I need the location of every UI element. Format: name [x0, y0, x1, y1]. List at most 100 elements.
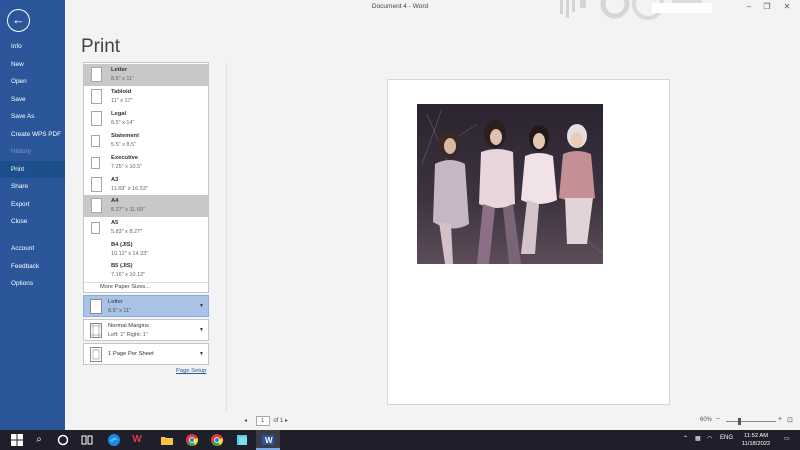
paper-size-option-b4-jis[interactable]: B4 (JIS) 10.12" x 14.33" [84, 239, 208, 261]
page-thumbnail-icon [91, 177, 102, 192]
network-icon[interactable]: ▦ [695, 435, 701, 442]
windows-start-icon[interactable] [10, 433, 24, 447]
list-divider [84, 282, 208, 283]
sidebar-item-share[interactable]: Share [0, 178, 65, 195]
sidebar-item-create-wps-pdf[interactable]: Create WPS PDF [0, 126, 65, 143]
paper-size-option-a4[interactable]: A4 8.27" x 11.69" [84, 195, 208, 217]
pages-per-sheet-value: 1 Page Per Sheet [108, 351, 154, 357]
search-icon[interactable]: ⌕ [32, 433, 46, 447]
zoom-out-button[interactable]: − [716, 416, 720, 423]
sidebar-item-save[interactable]: Save [0, 91, 65, 108]
paper-size-name: A3 [111, 177, 119, 183]
zoom-to-page-icon[interactable]: ⊡ [787, 416, 793, 424]
cortana-icon[interactable] [56, 433, 70, 447]
page-thumbnail-icon [91, 198, 102, 213]
paper-size-dims: 10.12" x 14.33" [111, 251, 149, 257]
page-thumbnail-icon [91, 67, 102, 82]
paper-size-dims: 8.5" x 11" [111, 76, 135, 82]
pages-per-sheet-select[interactable]: 1 Page Per Sheet ▼ [83, 343, 209, 365]
wps-icon[interactable]: W [130, 433, 144, 447]
sidebar-item-print[interactable]: Print [0, 161, 65, 178]
account-name-area[interactable] [652, 3, 712, 13]
chrome-icon[interactable] [185, 433, 199, 447]
sidebar-item-label: Options [11, 280, 34, 287]
page-thumbnail-icon [91, 135, 100, 147]
sidebar-item-options[interactable]: Options [0, 275, 65, 292]
windows-taskbar: ⌕ W W ⌃ ▦ ◠ ENG 11:52 AM 11/18/2022 ▭ [0, 430, 800, 450]
sidebar-item-info[interactable]: Info [0, 38, 65, 55]
chevron-down-icon: ▼ [199, 303, 204, 309]
panel-divider [226, 62, 227, 412]
back-arrow-icon[interactable]: ← [7, 9, 30, 32]
page-title: Print [81, 36, 121, 57]
paper-size-dims: 8.5" x 14" [111, 120, 135, 126]
paper-size-option-letter[interactable]: Letter 8.5" x 11" [84, 64, 208, 86]
current-page-input[interactable]: 1 [255, 416, 270, 426]
margins-select[interactable]: Normal Margins Left: 1" Right: 1" ▼ [83, 319, 209, 341]
sidebar-item-new[interactable]: New [0, 56, 65, 73]
word-icon[interactable]: W [261, 433, 275, 447]
sidebar-item-save-as[interactable]: Save As [0, 108, 65, 125]
paper-size-dims: 11.69" x 16.53" [111, 186, 148, 192]
task-view-icon[interactable] [80, 433, 94, 447]
file-explorer-icon[interactable] [160, 433, 174, 447]
sidebar-item-history: History [0, 143, 65, 160]
preview-photo [417, 104, 603, 264]
clock-time: 11:52 AM [743, 433, 769, 439]
sidebar-item-open[interactable]: Open [0, 73, 65, 90]
tray-chevron-icon[interactable]: ⌃ [683, 435, 688, 442]
sidebar-item-account[interactable]: Account [0, 240, 65, 257]
language-indicator[interactable]: ENG [720, 435, 733, 441]
paper-size-option-a5[interactable]: A5 5.83" x 8.27" [84, 217, 208, 239]
chevron-down-icon: ▼ [199, 351, 204, 357]
title-bar: Document 4 - Word – ❐ ✕ [0, 0, 800, 20]
sidebar-item-label: Close [11, 218, 28, 225]
paper-size-dims: 8.27" x 11.69" [111, 207, 145, 213]
paper-size-option-tabloid[interactable]: Tabloid 11" x 17" [84, 86, 208, 108]
sidebar-item-close[interactable]: Close [0, 213, 65, 230]
next-page-icon[interactable]: ▸ [285, 417, 293, 424]
close-icon[interactable]: ✕ [780, 2, 794, 11]
page-setup-link[interactable]: Page Setup [176, 368, 206, 374]
zoom-slider-thumb[interactable] [738, 418, 741, 425]
paper-size-dims: 7.25" x 10.5" [111, 164, 143, 170]
paper-size-option-statement[interactable]: Statement 5.5" x 8.5" [84, 130, 208, 152]
taskbar-clock[interactable]: 11:52 AM 11/18/2022 [738, 432, 774, 448]
pages-per-sheet-icon [90, 347, 102, 362]
photos-app-icon[interactable] [235, 433, 249, 447]
page-thumbnail-icon [90, 299, 102, 314]
paper-size-option-legal[interactable]: Legal 8.5" x 14" [84, 108, 208, 130]
page-thumbnail-icon [91, 89, 102, 104]
wifi-icon[interactable]: ◠ [707, 435, 712, 442]
paper-size-select[interactable]: Letter 8.5" x 11" ▼ [83, 295, 209, 317]
zoom-in-button[interactable]: + [778, 416, 782, 423]
chrome-profile-icon[interactable] [210, 433, 224, 447]
restore-icon[interactable]: ❐ [760, 2, 774, 11]
page-count: of 1 [273, 418, 284, 424]
sidebar-item-label: Save [11, 96, 26, 103]
paper-size-name: Tabloid [111, 89, 132, 95]
paper-size-name: Executive [111, 155, 139, 161]
sidebar-item-feedback[interactable]: Feedback [0, 258, 65, 275]
sidebar-item-label: Feedback [11, 263, 40, 270]
sidebar-item-label: History [11, 148, 31, 155]
notifications-icon[interactable]: ▭ [784, 435, 790, 442]
sidebar-item-export[interactable]: Export [0, 196, 65, 213]
sidebar-item-label: Account [11, 245, 35, 252]
clock-date: 11/18/2022 [741, 441, 771, 447]
paper-size-option-a3[interactable]: A3 11.69" x 16.53" [84, 174, 208, 196]
paper-size-dims: 11" x 17" [111, 98, 133, 104]
page-thumbnail-icon [91, 157, 100, 169]
margins-value: Normal Margins [108, 323, 149, 329]
paper-size-name: A4 [111, 198, 119, 204]
more-paper-sizes-link[interactable]: More Paper Sizes... [100, 284, 150, 290]
edge-icon[interactable] [107, 433, 121, 447]
page-navigator: ◂ 1 of 1 ▸ [244, 416, 293, 426]
zoom-level[interactable]: 60% [700, 417, 712, 423]
zoom-slider-track[interactable] [726, 421, 776, 422]
prev-page-icon[interactable]: ◂ [244, 417, 252, 424]
page-thumbnail-icon [91, 111, 102, 126]
paper-size-option-executive[interactable]: Executive 7.25" x 10.5" [84, 152, 208, 174]
minimize-icon[interactable]: – [742, 2, 756, 11]
paper-size-option-b5-jis[interactable]: B5 (JIS) 7.16" x 10.12" [84, 260, 208, 282]
